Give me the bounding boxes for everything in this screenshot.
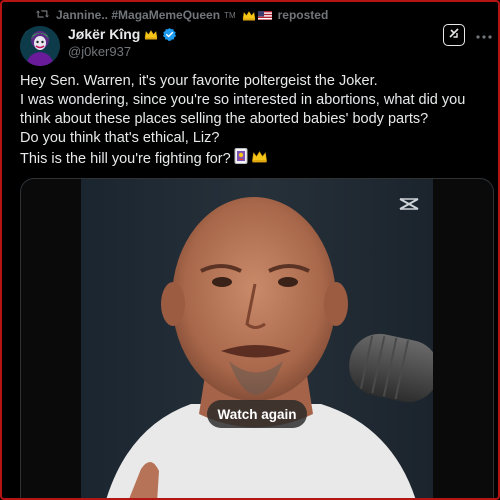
repost-action: reposted <box>277 8 329 22</box>
reposter-name[interactable]: Jannine.. #MagaMemeQueen <box>56 8 220 22</box>
avatar[interactable] <box>20 26 60 66</box>
grok-button[interactable] <box>443 24 465 46</box>
more-options-button[interactable] <box>476 26 492 43</box>
tweet-line: Hey Sen. Warren, it's your favorite polt… <box>20 73 378 89</box>
author-name-row[interactable]: Jøkër Kîng <box>68 26 177 42</box>
us-flag-icon <box>257 10 272 20</box>
more-icon <box>476 26 492 43</box>
crown-icon <box>242 10 256 21</box>
repost-icon <box>35 8 50 23</box>
tweet-line: This is the hill you're fighting for? <box>20 150 231 167</box>
video-frame[interactable] <box>81 179 433 498</box>
playing-card-icon <box>234 148 248 170</box>
repost-bar[interactable]: Jannine.. #MagaMemeQueen TM reposted <box>35 7 328 23</box>
tweet-line: think about these places selling the abo… <box>20 111 429 127</box>
watch-again-button[interactable]: Watch again <box>207 400 307 428</box>
video-player[interactable] <box>20 178 494 498</box>
tweet-card[interactable]: Jannine.. #MagaMemeQueen TM reposted Jøk… <box>0 0 500 500</box>
capcut-icon <box>398 195 420 213</box>
trademark-mark: TM <box>224 10 236 20</box>
author-display-name[interactable]: Jøkër Kîng <box>68 26 140 42</box>
tweet-line: I was wondering, since you're so interes… <box>20 92 466 108</box>
tweet-line: Do you think that's ethical, Liz? <box>20 130 220 146</box>
crown-icon <box>144 29 158 40</box>
tweet-text: Hey Sen. Warren, it's your favorite polt… <box>20 72 490 170</box>
crown-icon <box>251 150 268 169</box>
grok-icon <box>447 26 461 45</box>
author-handle[interactable]: @j0ker937 <box>68 44 131 59</box>
verified-badge-icon[interactable] <box>162 27 177 42</box>
tweet-line-last: This is the hill you're fighting for? <box>20 148 490 170</box>
